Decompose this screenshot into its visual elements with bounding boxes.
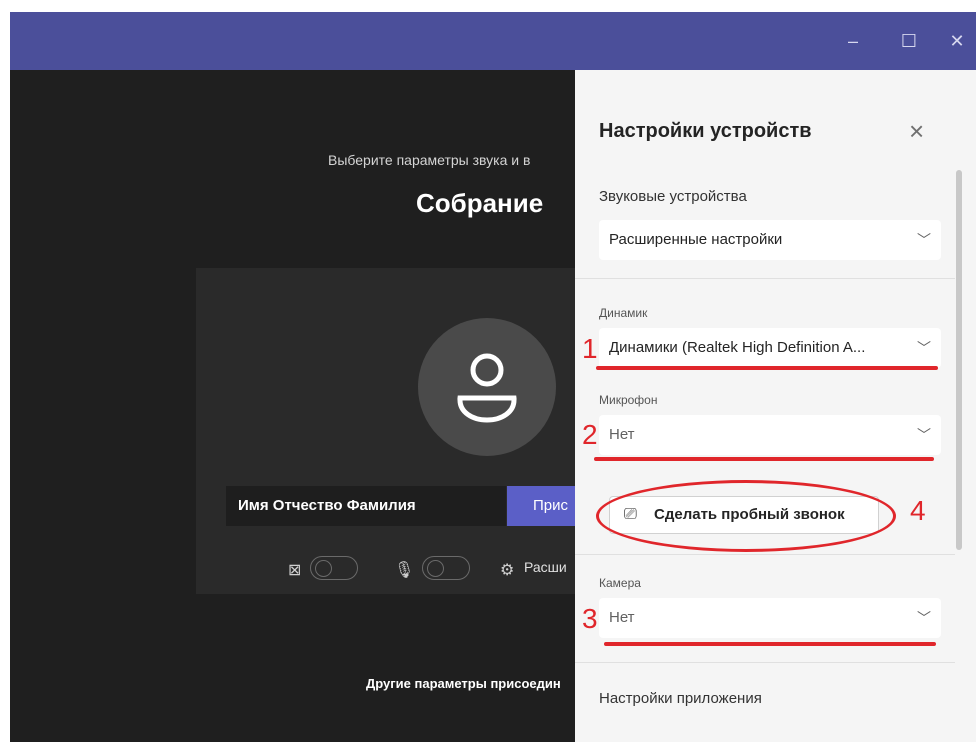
divider — [575, 278, 955, 279]
meeting-title: Собрание — [416, 188, 544, 218]
chevron-down-icon: ﹀ — [917, 427, 931, 443]
speaker-label: Динамик — [599, 306, 648, 320]
chevron-down-icon: ﹀ — [917, 610, 931, 626]
mic-off-icon: 🎙 — [394, 562, 415, 579]
microphone-value: Нет — [609, 426, 635, 443]
panel-scrollbar[interactable] — [956, 170, 962, 550]
title-bar: – ☐ ✕ — [10, 12, 976, 70]
panel-title: Настройки устройств — [599, 120, 812, 142]
device-settings-link[interactable]: Расши — [524, 559, 567, 575]
camera-off-icon: ⊠ — [288, 562, 302, 579]
camera-label: Камера — [599, 576, 641, 590]
annotation-3: 3 — [582, 603, 598, 634]
video-preview: Имя Отчество Фамилия Прис ⊠ 🎙 ⚙ Расши — [196, 268, 617, 594]
minimize-icon[interactable]: – — [838, 26, 868, 56]
camera-toggle[interactable] — [310, 556, 358, 580]
speaker-select[interactable]: Динамики (Realtek High Definition A... ﹀ — [599, 328, 941, 368]
annotation-underline — [596, 366, 938, 370]
mic-toggle[interactable] — [422, 556, 470, 580]
app-settings-label[interactable]: Настройки приложения — [599, 690, 762, 707]
divider — [575, 554, 955, 555]
speaker-value: Динамики (Realtek High Definition A... — [609, 339, 866, 356]
audio-devices-label: Звуковые устройства — [599, 188, 747, 205]
maximize-icon[interactable]: ☐ — [894, 26, 924, 56]
microphone-select[interactable]: Нет ﹀ — [599, 415, 941, 455]
microphone-label: Микрофон — [599, 393, 658, 407]
avatar — [418, 318, 556, 456]
person-icon — [457, 353, 517, 423]
annotation-underline — [594, 457, 934, 461]
other-join-options: Другие параметры присоедин — [366, 676, 561, 691]
gear-icon[interactable]: ⚙ — [500, 560, 514, 580]
name-input[interactable]: Имя Отчество Фамилия — [226, 486, 506, 526]
annotation-ellipse — [596, 480, 896, 552]
close-icon[interactable]: × — [909, 116, 924, 146]
close-window-icon[interactable]: ✕ — [942, 26, 972, 56]
chevron-down-icon: ﹀ — [917, 232, 931, 248]
annotation-1: 1 — [582, 333, 598, 364]
camera-select[interactable]: Нет ﹀ — [599, 598, 941, 638]
prejoin-subtitle: Выберите параметры звука и в — [328, 152, 531, 168]
divider — [575, 662, 955, 663]
chevron-down-icon: ﹀ — [917, 340, 931, 356]
annotation-underline — [604, 642, 936, 646]
camera-value: Нет — [609, 609, 635, 626]
annotation-2: 2 — [582, 419, 598, 450]
audio-devices-select[interactable]: Расширенные настройки ﹀ — [599, 220, 941, 260]
annotation-4: 4 — [910, 495, 926, 526]
audio-devices-value: Расширенные настройки — [609, 231, 783, 248]
